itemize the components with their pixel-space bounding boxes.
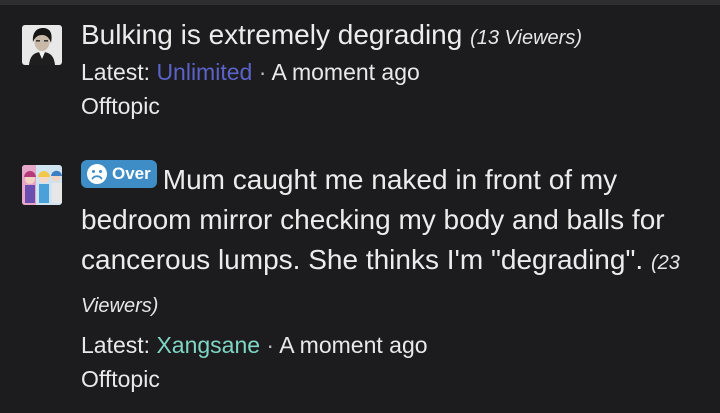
thread-title-link[interactable]: Mum caught me naked in front of my bedro… bbox=[81, 164, 665, 275]
latest-label: Latest: bbox=[81, 332, 151, 358]
user-avatar[interactable] bbox=[22, 25, 62, 65]
thread-title-row: Bulking is extremely degrading (13 Viewe… bbox=[81, 18, 700, 55]
thread-title-link[interactable]: Bulking is extremely degrading bbox=[81, 19, 462, 50]
latest-time[interactable]: A moment ago bbox=[272, 59, 420, 85]
sad-face-icon bbox=[87, 164, 107, 184]
latest-user-link[interactable]: Unlimited bbox=[156, 59, 252, 85]
forum-link[interactable]: Offtopic bbox=[81, 362, 700, 396]
user-avatar[interactable] bbox=[22, 165, 62, 205]
latest-label: Latest: bbox=[81, 59, 151, 85]
thread-title-row: Over Mum caught me naked in front of my … bbox=[81, 160, 700, 326]
user-avatar-portrait-icon bbox=[22, 25, 62, 65]
latest-user-link[interactable]: Xangsane bbox=[156, 332, 260, 358]
thread-prefix-badge[interactable]: Over bbox=[81, 160, 157, 188]
top-bar bbox=[0, 0, 720, 5]
viewer-count: (13 Viewers) bbox=[470, 27, 582, 49]
prefix-label: Over bbox=[112, 164, 151, 183]
user-avatar-anime-icon bbox=[22, 165, 62, 205]
forum-link[interactable]: Offtopic bbox=[81, 89, 700, 123]
latest-time[interactable]: A moment ago bbox=[279, 332, 427, 358]
latest-activity: Latest: Unlimited · A moment ago bbox=[81, 55, 700, 89]
separator: · bbox=[266, 332, 275, 358]
separator: · bbox=[258, 59, 267, 85]
latest-activity: Latest: Xangsane · A moment ago bbox=[81, 328, 700, 362]
